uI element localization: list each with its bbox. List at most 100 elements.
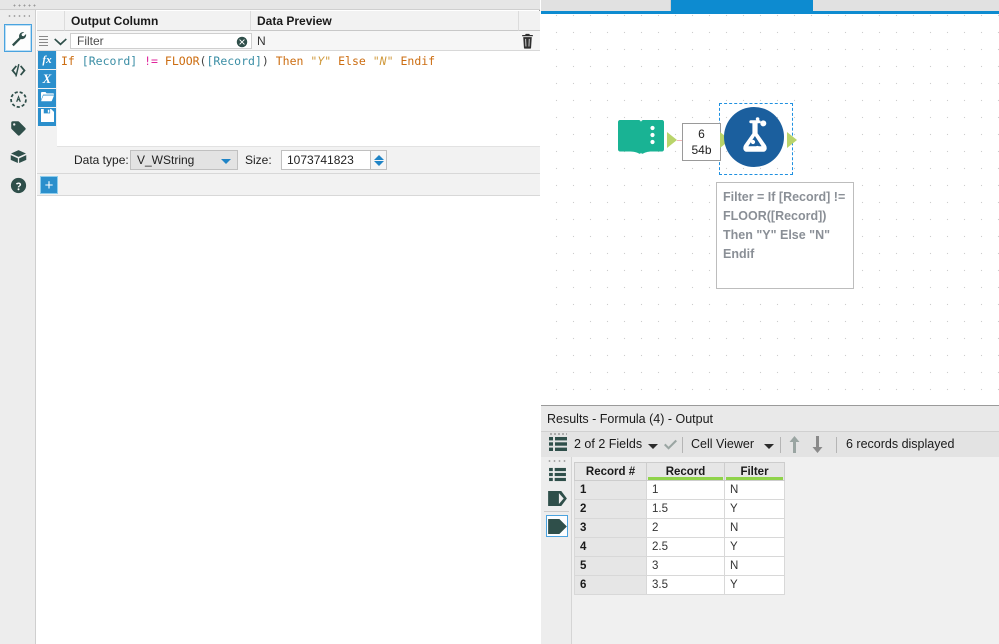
- formula-token: [366, 54, 373, 68]
- cell-record[interactable]: 2: [646, 518, 725, 538]
- cell-record-number[interactable]: 1: [574, 480, 647, 500]
- workflow-tab-inactive-left[interactable]: [541, 0, 671, 11]
- cell-record-number[interactable]: 3: [574, 518, 647, 538]
- connection-size: 54b: [691, 143, 712, 157]
- size-input[interactable]: 1073741823: [281, 150, 371, 170]
- cell-record[interactable]: 3.5: [646, 575, 725, 595]
- panel-drag-handle[interactable]: [0, 0, 540, 10]
- formula-editor: fx X If [Record] != FLOOR([Record]) Then…: [37, 51, 540, 147]
- output-column-value: Filter: [77, 34, 104, 48]
- formula-token: [Record]: [81, 54, 138, 68]
- trash-icon[interactable]: [520, 33, 536, 49]
- formula-token: Then: [275, 54, 304, 68]
- book-icon: [617, 120, 665, 166]
- workflow-canvas[interactable]: 6 54b Filter = If [Record] != FLOOR([Rec…: [541, 14, 999, 405]
- cell-record[interactable]: 1: [646, 480, 725, 500]
- formula-token: [75, 54, 82, 68]
- formula-token: [269, 54, 276, 68]
- cell-record[interactable]: 2.5: [646, 537, 725, 557]
- size-stepper[interactable]: [371, 150, 387, 170]
- cell-record-number[interactable]: 4: [574, 537, 647, 557]
- viewer-selector-label[interactable]: Cell Viewer: [691, 437, 754, 451]
- results-body: Record # Record Filter 1 1 N 2 1.5 Y 3 2 N 4 2.5 Y 5…: [541, 457, 999, 644]
- datatype-select[interactable]: V_WString: [130, 150, 238, 170]
- table-row[interactable]: 2 1.5 Y: [574, 499, 785, 519]
- cell-filter[interactable]: Y: [724, 537, 785, 557]
- clear-circle-icon[interactable]: [236, 36, 248, 48]
- folder-icon: [40, 91, 54, 105]
- table-row[interactable]: 32N: [574, 518, 785, 538]
- compass-icon-button[interactable]: [4, 85, 32, 113]
- rail-drag-dots[interactable]: [7, 14, 30, 18]
- package-icon-button[interactable]: [4, 142, 32, 170]
- table-row[interactable]: 4 2.5 Y: [574, 537, 785, 557]
- arrow-up-icon[interactable]: [789, 436, 800, 456]
- formula-node[interactable]: [724, 107, 784, 167]
- cell-filter[interactable]: N: [724, 556, 785, 576]
- stepper-down-icon[interactable]: [373, 160, 384, 166]
- open-button[interactable]: [38, 89, 56, 107]
- table-row[interactable]: 6 3.5 Y: [574, 575, 785, 595]
- fields-selector-label[interactable]: 2 of 2 Fields: [574, 437, 642, 451]
- output-anchor-icon[interactable]: [546, 515, 568, 537]
- cell-record-number[interactable]: 2: [574, 499, 647, 519]
- fields-chevron-down-icon[interactable]: [648, 444, 658, 449]
- help-icon-button[interactable]: [4, 171, 32, 199]
- stepper-up-icon[interactable]: [373, 154, 384, 160]
- connection-record-count: 6: [698, 126, 705, 141]
- output-column-input[interactable]: Filter: [70, 33, 252, 49]
- results-list-icon[interactable]: [546, 463, 568, 485]
- results-title: Results - Formula (4) - Output: [541, 406, 999, 431]
- check-icon[interactable]: [663, 439, 678, 455]
- formula-expression-text[interactable]: If [Record] != FLOOR([Record]) Then "Y" …: [61, 54, 531, 68]
- cell-filter[interactable]: N: [724, 480, 785, 500]
- table-row[interactable]: 53N: [574, 556, 785, 576]
- configuration-panel: Output Column Data Preview Filter N fx X…: [0, 0, 540, 644]
- grid-list-icon[interactable]: [549, 436, 567, 454]
- cell-record[interactable]: 1.5: [646, 499, 725, 519]
- datatype-row: Data type: V_WString Size: 1073741823: [37, 147, 540, 174]
- node-annotation[interactable]: Filter = If [Record] != FLOOR([Record]) …: [716, 182, 854, 289]
- save-button[interactable]: [38, 108, 56, 126]
- cell-filter[interactable]: Y: [724, 575, 785, 595]
- add-button[interactable]: +: [40, 176, 58, 194]
- tag-icon-button[interactable]: [4, 114, 32, 142]
- code-icon: [9, 61, 28, 80]
- workflow-tab-active[interactable]: [671, 0, 813, 11]
- toolbar-divider: [682, 437, 683, 453]
- rail-divider: [544, 511, 569, 512]
- cell-record-number[interactable]: 5: [574, 556, 647, 576]
- column-header-record-number[interactable]: Record #: [574, 462, 647, 481]
- node-output-anchor[interactable]: [667, 132, 677, 148]
- code-icon-button[interactable]: [4, 56, 32, 84]
- results-table[interactable]: Record # Record Filter 1 1 N 2 1.5 Y 3 2 N 4 2.5 Y 5…: [574, 462, 785, 595]
- cell-record[interactable]: 3: [646, 556, 725, 576]
- variable-button[interactable]: X: [38, 70, 56, 88]
- row-drag-grip[interactable]: [39, 36, 48, 46]
- formula-row: Filter N: [37, 31, 540, 51]
- column-header-record[interactable]: Record: [646, 462, 725, 481]
- cell-record-number[interactable]: 6: [574, 575, 647, 595]
- flask-icon: [732, 114, 776, 161]
- connection-label[interactable]: 6 54b: [682, 123, 721, 161]
- cell-filter[interactable]: N: [724, 518, 785, 538]
- alteryx-designer-window: Output Column Data Preview Filter N fx X…: [0, 0, 999, 644]
- formula-output-anchor[interactable]: [787, 132, 797, 148]
- table-row[interactable]: 11N: [574, 480, 785, 500]
- formula-token: If: [61, 54, 75, 68]
- input-anchor-icon[interactable]: [546, 487, 568, 509]
- text-input-node[interactable]: [617, 115, 665, 163]
- cell-filter[interactable]: Y: [724, 499, 785, 519]
- results-toolbar: 2 of 2 Fields Cell Viewer 6 records disp…: [541, 431, 999, 457]
- viewer-chevron-down-icon[interactable]: [764, 444, 774, 449]
- grid-header-spacer: [37, 11, 65, 31]
- compass-icon: [9, 90, 28, 109]
- function-button[interactable]: fx: [38, 51, 56, 69]
- data-preview-value: N: [257, 34, 266, 48]
- arrow-down-icon[interactable]: [812, 436, 823, 456]
- records-displayed-label: 6 records displayed: [846, 437, 955, 451]
- chevron-down-icon[interactable]: [51, 31, 69, 51]
- column-header-filter[interactable]: Filter: [724, 462, 785, 481]
- wrench-icon-button[interactable]: [4, 24, 32, 52]
- workflow-tab-inactive-right[interactable]: [813, 0, 999, 11]
